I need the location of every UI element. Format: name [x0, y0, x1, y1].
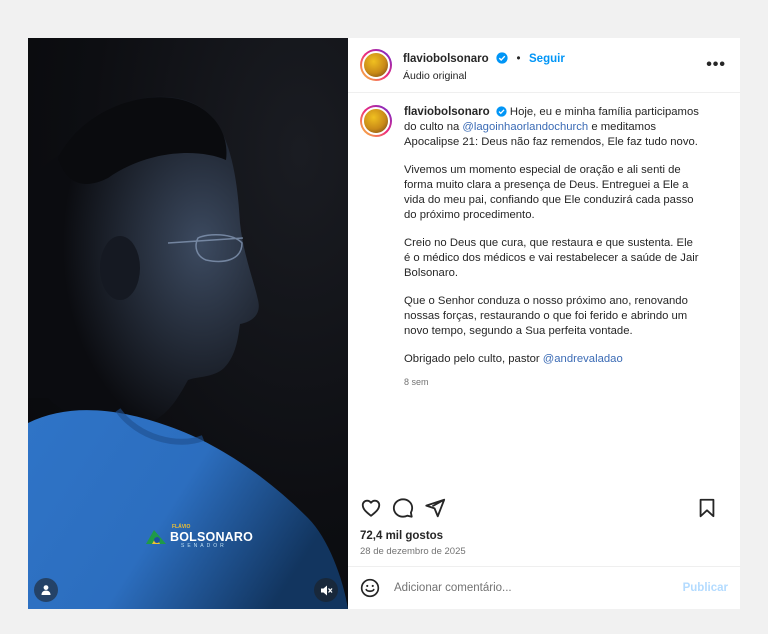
comment-bubble-icon[interactable]	[392, 497, 414, 519]
caption-p5: Obrigado pelo culto, pastor	[404, 353, 543, 365]
post-header: flaviobolsonaro • Seguir Áudio original …	[348, 38, 740, 93]
post-video[interactable]: FLÁVIO BOLSONARO SENADOR	[28, 38, 348, 609]
audio-label[interactable]: Áudio original	[403, 70, 565, 82]
author-username[interactable]: flaviobolsonaro	[403, 53, 489, 65]
heart-icon[interactable]	[360, 497, 382, 519]
mention-lagoinha-link[interactable]: @lagoinhaorlandochurch	[462, 121, 588, 133]
caption-username[interactable]: flaviobolsonaro	[404, 106, 490, 118]
mention-andrevaladao-link[interactable]: @andrevaladao	[543, 353, 623, 365]
send-icon[interactable]	[424, 497, 446, 519]
caption-time-ago[interactable]: 8 sem	[404, 375, 700, 390]
campaign-logo: FLÁVIO BOLSONARO SENADOR	[146, 524, 254, 549]
mute-button[interactable]	[314, 578, 338, 602]
caption-p3: Creio no Deus que cura, que restaura e q…	[404, 237, 699, 279]
likes-count[interactable]: 72,4 mil gostos	[360, 530, 443, 542]
separator-dot: •	[516, 52, 521, 65]
caption-avatar[interactable]	[360, 105, 392, 137]
profile-avatar[interactable]	[360, 49, 392, 81]
follow-button[interactable]: Seguir	[529, 53, 565, 65]
post-date[interactable]: 28 de dezembro de 2025	[360, 546, 466, 557]
person-icon	[41, 585, 51, 595]
comment-bar: Publicar	[348, 566, 740, 609]
more-options-icon[interactable]: •••	[706, 56, 726, 74]
brazil-flag-mark-icon	[146, 530, 166, 544]
caption-p2: Vivemos um momento especial de oração e …	[404, 164, 694, 221]
verified-badge-icon	[496, 106, 507, 117]
comment-input[interactable]	[392, 581, 683, 595]
verified-badge-icon	[496, 51, 508, 64]
action-bar	[348, 493, 740, 523]
post-side-panel: flaviobolsonaro • Seguir Áudio original …	[348, 38, 740, 609]
bookmark-icon[interactable]	[696, 497, 718, 519]
caption-text: flaviobolsonaro Hoje, eu e minha família…	[404, 105, 700, 390]
logo-name-text: BOLSONARO	[170, 530, 254, 544]
logo-sub-text: SENADOR	[181, 543, 227, 549]
smiley-icon[interactable]	[360, 578, 380, 598]
speaker-muted-icon	[320, 585, 332, 595]
user-tag-button[interactable]	[34, 578, 58, 602]
publish-button[interactable]: Publicar	[683, 582, 728, 594]
caption-p4: Que o Senhor conduza o nosso próximo ano…	[404, 295, 688, 337]
post-card: FLÁVIO BOLSONARO SENADOR flaviobolsonaro	[28, 38, 740, 609]
logo-kicker-text: FLÁVIO	[172, 524, 191, 530]
